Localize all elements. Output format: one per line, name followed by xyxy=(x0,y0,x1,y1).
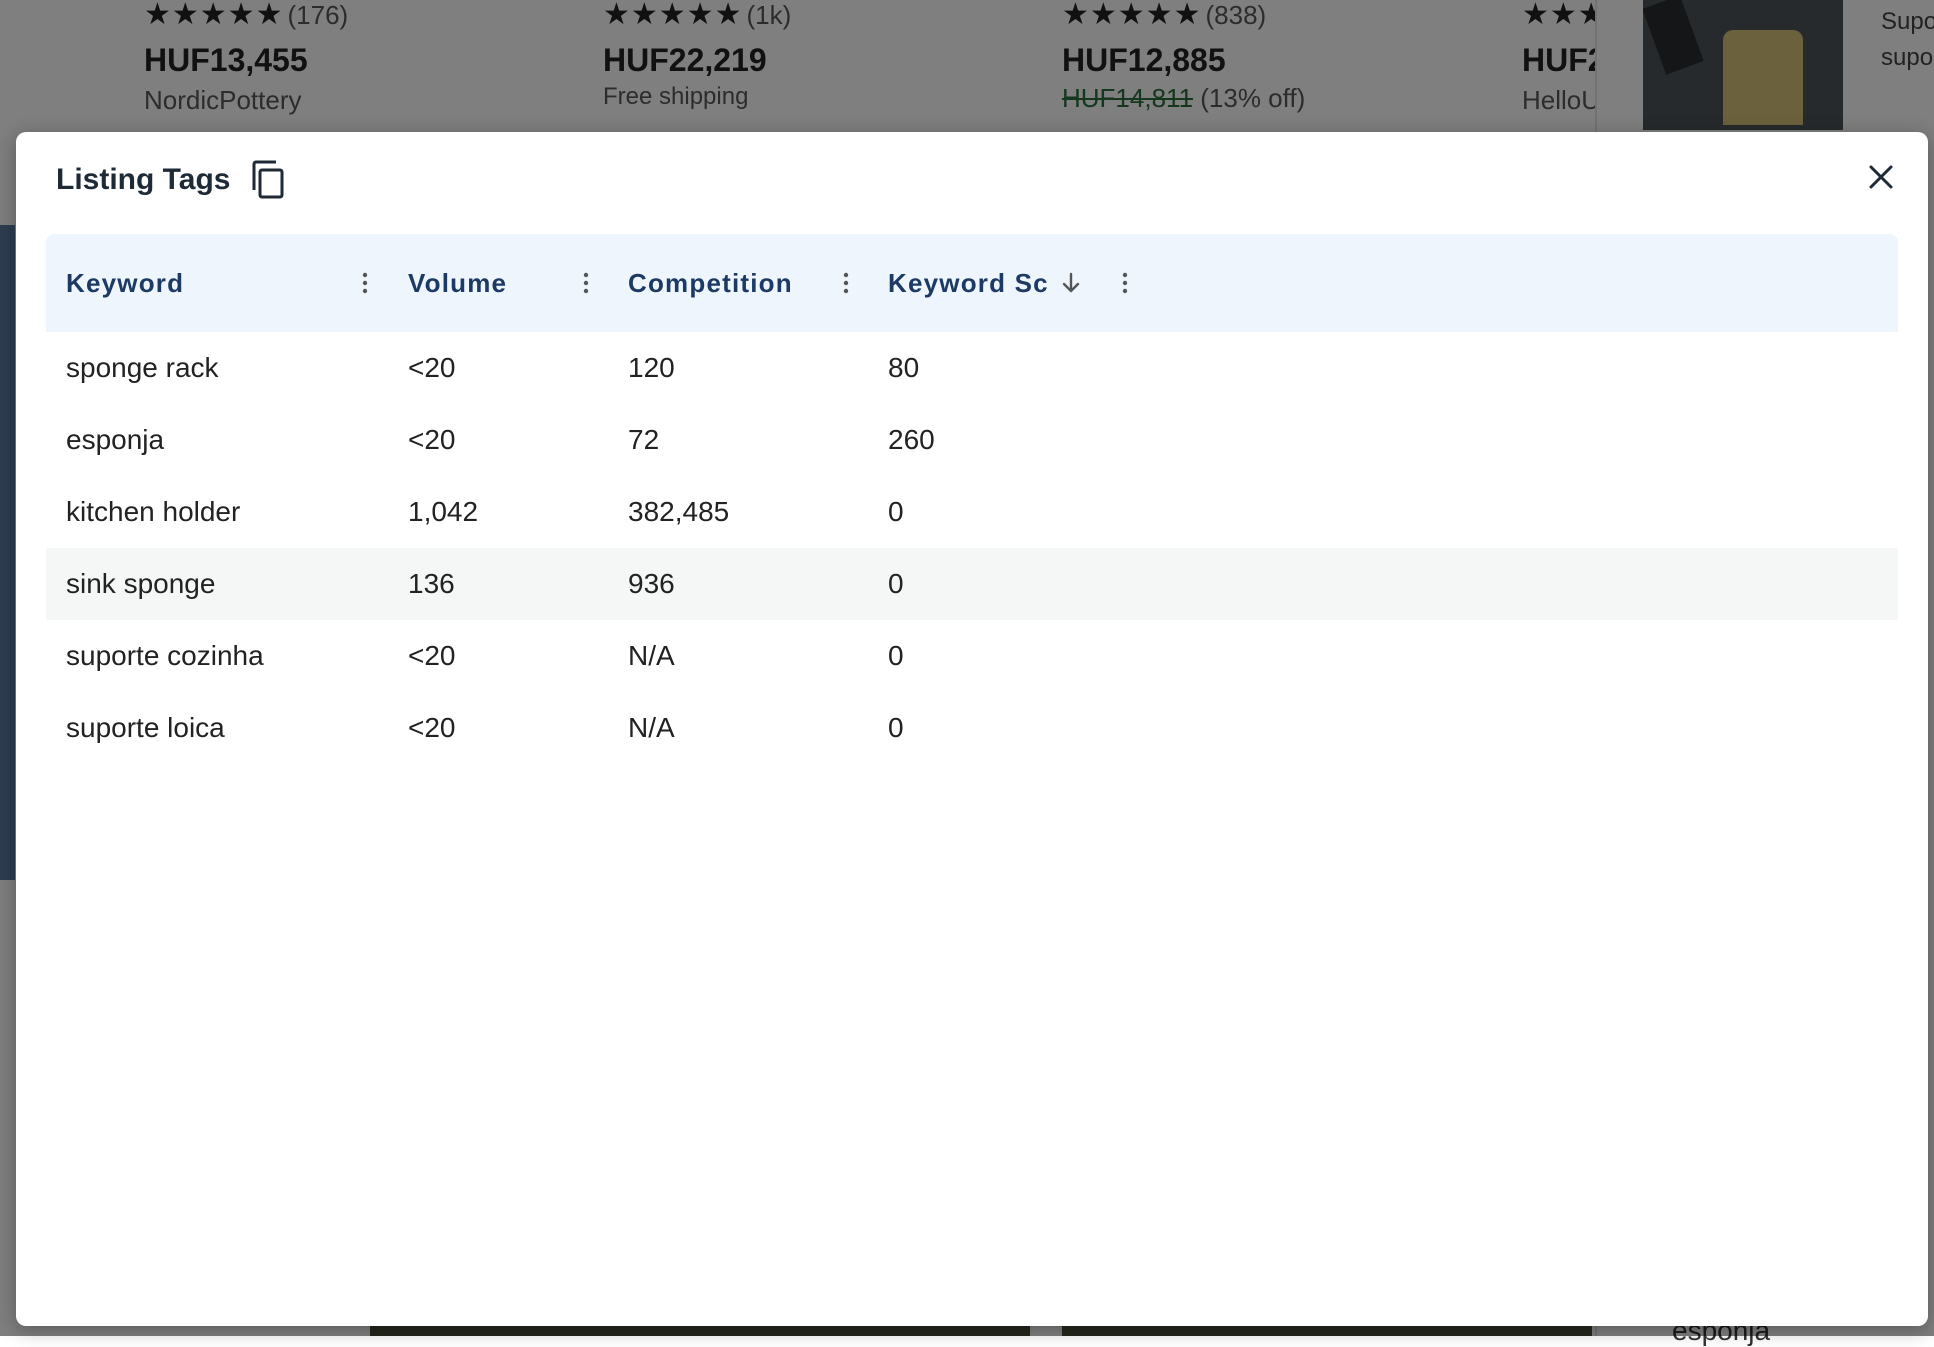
modal-header: Listing Tags xyxy=(56,160,286,200)
copy-icon[interactable] xyxy=(250,160,286,200)
volume-cell: 136 xyxy=(408,568,455,599)
table-body: sponge rack <20 120 80 esponja <20 72 26… xyxy=(46,332,1898,764)
sort-descending-icon[interactable] xyxy=(1061,272,1081,294)
close-icon[interactable] xyxy=(1866,162,1896,192)
keyword-cell: sponge rack xyxy=(66,352,219,383)
column-menu-icon[interactable] xyxy=(841,271,851,295)
competition-cell: 72 xyxy=(628,424,660,455)
score-cell: 0 xyxy=(888,568,904,599)
column-menu-icon[interactable] xyxy=(1120,271,1130,295)
table-row[interactable]: sink sponge 136 936 0 xyxy=(46,548,1898,620)
column-header-keyword[interactable]: Keyword xyxy=(66,234,184,332)
keyword-cell: suporte cozinha xyxy=(66,640,264,671)
listing-tags-modal: Listing Tags Keyword Volume Competition … xyxy=(16,132,1928,1326)
volume-cell: 1,042 xyxy=(408,496,479,527)
table-row[interactable]: suporte loica <20 N/A 0 xyxy=(46,692,1898,764)
table-row[interactable]: esponja <20 72 260 xyxy=(46,404,1898,476)
volume-cell: <20 xyxy=(408,424,456,455)
competition-cell: N/A xyxy=(628,712,675,743)
score-cell: 0 xyxy=(888,496,904,527)
competition-cell: 382,485 xyxy=(628,496,730,527)
table-header: Keyword Volume Competition Keyword Sc xyxy=(46,234,1898,332)
score-cell: 0 xyxy=(888,712,904,743)
keyword-cell: kitchen holder xyxy=(66,496,241,527)
keyword-cell: sink sponge xyxy=(66,568,216,599)
keyword-table: Keyword Volume Competition Keyword Sc sp… xyxy=(46,234,1898,764)
volume-cell: <20 xyxy=(408,640,456,671)
column-menu-icon[interactable] xyxy=(360,271,370,295)
column-header-volume[interactable]: Volume xyxy=(408,234,507,332)
score-cell: 260 xyxy=(888,424,935,455)
keyword-cell: suporte loica xyxy=(66,712,225,743)
volume-cell: <20 xyxy=(408,352,456,383)
table-row[interactable]: suporte cozinha <20 N/A 0 xyxy=(46,620,1898,692)
competition-cell: 120 xyxy=(628,352,675,383)
competition-cell: 936 xyxy=(628,568,675,599)
column-menu-icon[interactable] xyxy=(581,271,591,295)
volume-cell: <20 xyxy=(408,712,456,743)
competition-cell: N/A xyxy=(628,640,675,671)
score-cell: 80 xyxy=(888,352,920,383)
modal-title: Listing Tags xyxy=(56,163,231,196)
score-cell: 0 xyxy=(888,640,904,671)
table-row[interactable]: kitchen holder 1,042 382,485 0 xyxy=(46,476,1898,548)
column-header-keyword-score[interactable]: Keyword Sc xyxy=(888,234,1081,332)
keyword-cell: esponja xyxy=(66,424,165,455)
table-row[interactable]: sponge rack <20 120 80 xyxy=(46,332,1898,404)
column-header-competition[interactable]: Competition xyxy=(628,234,793,332)
